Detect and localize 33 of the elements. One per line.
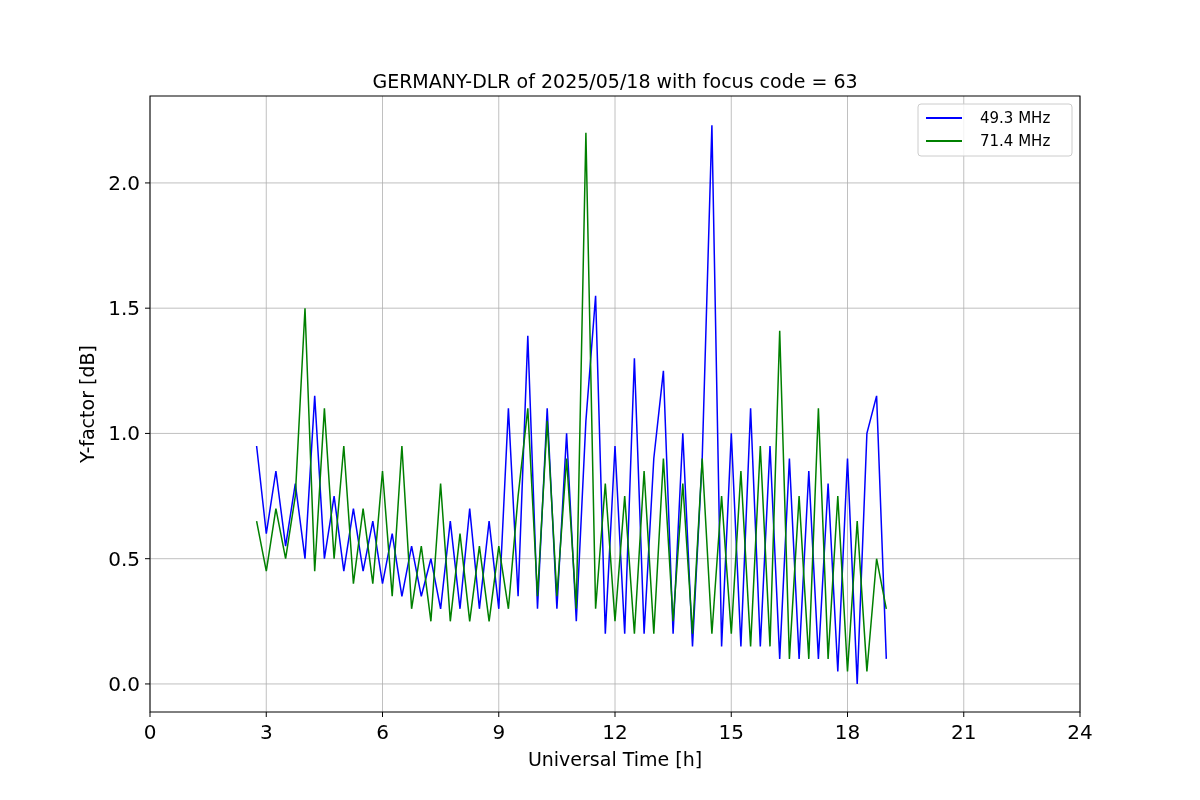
tick-mark <box>1079 711 1081 718</box>
tick-mark <box>144 182 151 184</box>
tick-mark <box>963 711 965 718</box>
x-tick-label: 24 <box>1067 720 1093 744</box>
x-tick-label: 21 <box>951 720 977 744</box>
tick-mark <box>382 711 383 718</box>
y-tick-label: 0.0 <box>108 671 140 696</box>
x-tick-label: 9 <box>492 720 506 744</box>
x-tick-label: 12 <box>602 720 628 744</box>
chart-title: GERMANY-DLR of 2025/05/18 with focus code = 63 <box>372 70 858 92</box>
tick-mark <box>847 711 848 718</box>
tick-mark <box>730 711 732 718</box>
tick-mark <box>144 432 151 434</box>
y-tick-label: 2.0 <box>108 170 140 195</box>
x-tick-label: 15 <box>718 720 744 744</box>
legend-label: 49.3 MHz <box>980 109 1051 127</box>
tick-mark <box>149 711 151 718</box>
y-tick-label: 1.0 <box>108 421 140 446</box>
tick-mark <box>144 683 151 685</box>
tick-mark <box>498 711 500 718</box>
x-tick-label: 6 <box>376 720 389 744</box>
tick-mark <box>144 307 151 309</box>
tick-mark <box>265 711 267 718</box>
x-tick-label: 18 <box>834 720 861 744</box>
y-tick-label: 1.5 <box>108 296 140 321</box>
x-axis-label: Universal Time [h] <box>527 748 703 770</box>
x-tick-label: 0 <box>143 720 157 744</box>
tick-mark <box>144 558 151 560</box>
y-axis-label: Y-factor [dB] <box>76 345 98 463</box>
y-tick-label: 0.5 <box>108 546 140 571</box>
x-tick-label: 3 <box>259 720 273 744</box>
legend-label: 71.4 MHz <box>980 132 1051 150</box>
tick-mark <box>614 711 616 718</box>
